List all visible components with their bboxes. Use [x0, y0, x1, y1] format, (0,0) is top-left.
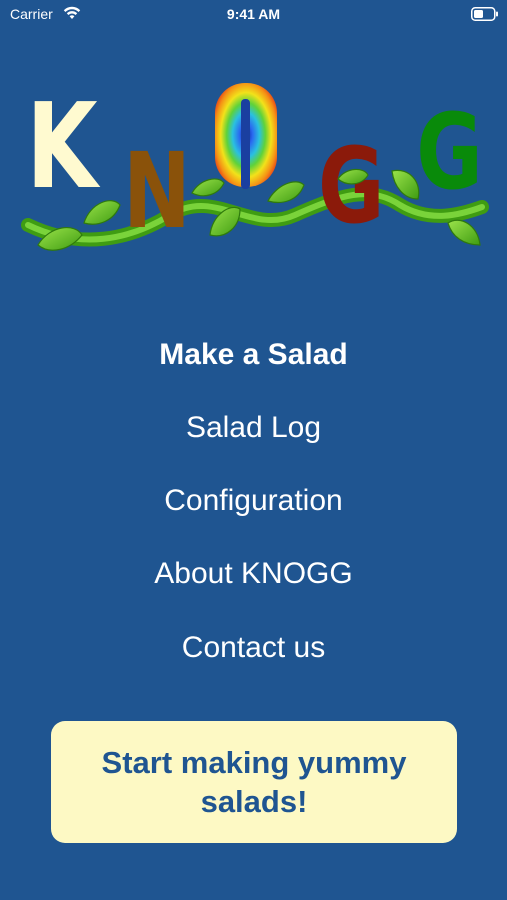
status-bar: Carrier 9:41 AM — [0, 0, 507, 30]
menu-item-about-knogg[interactable]: About KNOGG — [0, 554, 507, 594]
knogg-logo: K N G G — [20, 75, 490, 285]
start-salad-button[interactable]: Start making yummy salads! — [51, 721, 457, 843]
logo-letter-g1: G — [318, 125, 385, 247]
menu-item-contact-us[interactable]: Contact us — [0, 628, 507, 668]
battery-icon — [471, 7, 499, 26]
logo-letter-n: N — [123, 130, 191, 252]
logo-letter-k: K — [26, 78, 101, 215]
status-time: 9:41 AM — [226, 6, 281, 22]
menu-item-make-a-salad[interactable]: Make a Salad — [0, 335, 507, 375]
menu-item-salad-log[interactable]: Salad Log — [0, 408, 507, 448]
start-salad-button-label: Start making yummy salads! — [101, 745, 407, 819]
logo-letter-g2: G — [416, 91, 483, 213]
menu-item-configuration[interactable]: Configuration — [0, 481, 507, 521]
